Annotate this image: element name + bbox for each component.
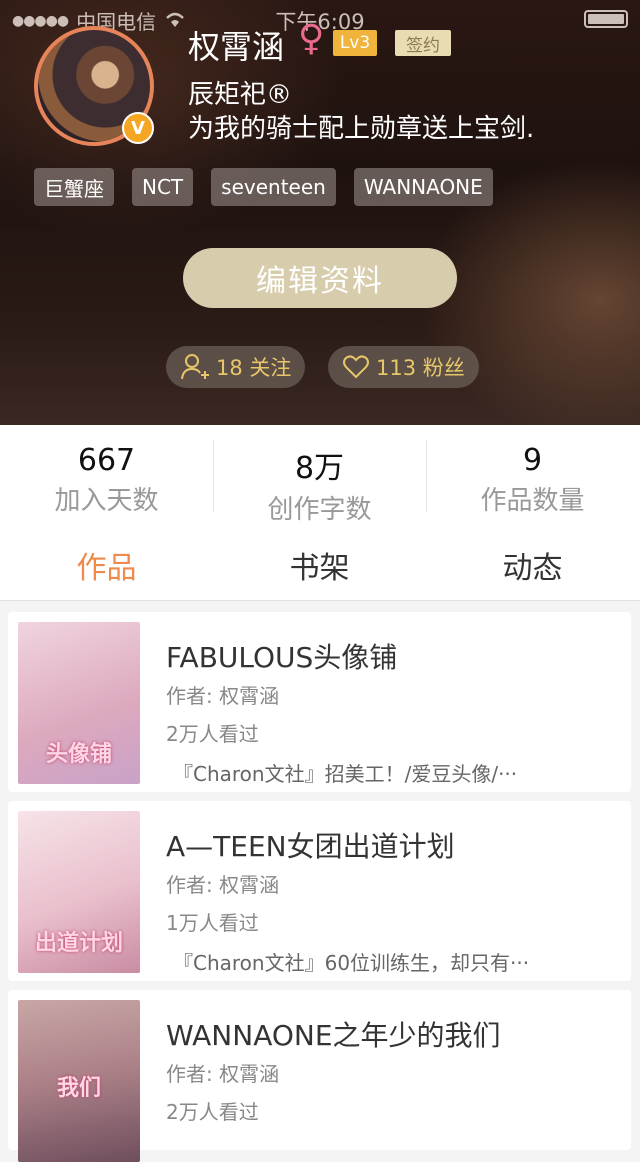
tab-bookshelf[interactable]: 书架: [213, 543, 426, 587]
tag: NCT: [132, 168, 194, 206]
tag: 巨蟹座: [34, 168, 114, 206]
level-badge: Lv3: [333, 30, 377, 56]
stats-row: 667 加入天数 8万 创作字数 9 作品数量: [0, 425, 640, 525]
heart-icon: [342, 354, 370, 380]
stat-label: 创作字数: [267, 495, 372, 525]
work-views: 2万人看过: [166, 722, 259, 746]
work-author: 作者: 权霄涵: [166, 684, 280, 708]
stat-label: 加入天数: [54, 486, 159, 516]
fans-button[interactable]: 113 粉丝: [328, 346, 479, 388]
stat-value: 9: [522, 443, 543, 478]
cover-text: 出道计划: [34, 931, 123, 956]
work-cover: 出道计划: [18, 811, 140, 973]
verified-badge-icon: V: [122, 112, 154, 144]
work-description: 『Charon文社』60位训练生，却只有···: [173, 951, 530, 975]
work-title: FABULOUS头像铺: [166, 641, 398, 674]
tab-activity[interactable]: 动态: [426, 543, 639, 587]
edit-profile-button[interactable]: 编辑资料: [183, 248, 457, 308]
work-title: WANNAONE之年少的我们: [166, 1019, 501, 1052]
stat-divider: [213, 440, 214, 512]
female-icon: ♀: [298, 18, 325, 59]
user-name: 权霄涵: [188, 28, 285, 66]
cover-text: 头像铺: [45, 742, 112, 767]
work-card[interactable]: 出道计划 A—TEEN女团出道计划 作者: 权霄涵 1万人看过 『Charon文…: [8, 801, 631, 981]
person-add-icon: [180, 353, 210, 381]
stat-works-count: 9 作品数量: [426, 443, 639, 517]
tag: seventeen: [211, 168, 336, 206]
tab-bar: 作品 书架 动态: [0, 525, 640, 601]
stat-label: 作品数量: [480, 486, 585, 516]
work-author: 作者: 权霄涵: [166, 873, 280, 897]
work-card[interactable]: 头像铺 FABULOUS头像铺 作者: 权霄涵 2万人看过 『Charon文社』…: [8, 612, 631, 792]
battery-icon: [584, 10, 628, 28]
work-author: 作者: 权霄涵: [166, 1062, 280, 1086]
signed-badge: 签约: [395, 30, 451, 56]
following-label: 18 关注: [216, 356, 292, 380]
stat-divider: [426, 440, 427, 512]
work-description: 『Charon文社』招美工！/爱豆头像/···: [173, 762, 518, 786]
following-button[interactable]: 18 关注: [166, 346, 306, 388]
stat-value: 667: [77, 443, 136, 478]
tab-works[interactable]: 作品: [0, 543, 213, 587]
tag-list: 巨蟹座 NCT seventeen WANNAONE: [34, 168, 493, 206]
stat-word-count: 8万 创作字数: [213, 443, 426, 526]
profile-line-2: 为我的骑士配上勋章送上宝剑.: [188, 114, 535, 144]
profile-header: ●●●●● 中国电信 下午6:09 V 权霄涵 ♀ Lv3 签约 辰矩祀® 为我…: [0, 0, 640, 425]
profile-line-1: 辰矩祀®: [188, 80, 293, 110]
tag: WANNAONE: [353, 168, 493, 206]
work-title: A—TEEN女团出道计划: [166, 830, 455, 863]
fans-label: 113 粉丝: [376, 356, 465, 380]
stat-value: 8万: [294, 451, 345, 486]
work-views: 1万人看过: [166, 911, 259, 935]
work-views: 2万人看过: [166, 1100, 259, 1124]
stat-join-days: 667 加入天数: [0, 443, 213, 517]
work-cover: 头像铺: [18, 622, 140, 784]
work-card[interactable]: 我们 WANNAONE之年少的我们 作者: 权霄涵 2万人看过: [8, 990, 631, 1162]
cover-text: 我们: [56, 1076, 101, 1101]
